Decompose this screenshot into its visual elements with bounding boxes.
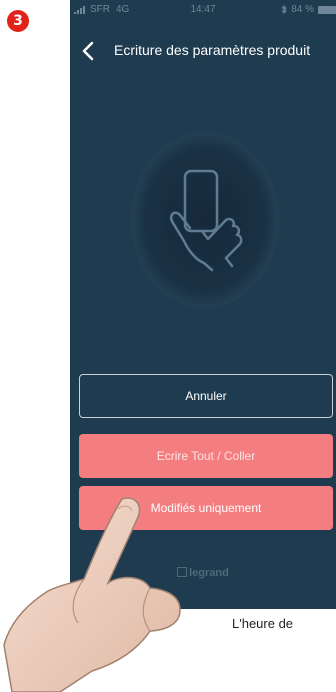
page-title: Ecriture des paramètres produit	[114, 42, 311, 58]
instruction-page: 3 SFR 4G 14:47 84 % Ecriture des paramèt…	[0, 0, 336, 692]
status-bar: SFR 4G 14:47 84 %	[70, 0, 336, 20]
pointing-hand-icon	[3, 497, 181, 692]
bluetooth-icon	[281, 5, 287, 14]
write-all-paste-button[interactable]: Ecrire Tout / Coller	[79, 434, 333, 478]
status-right: 84 %	[281, 4, 336, 15]
cancel-button[interactable]: Annuler	[79, 374, 333, 418]
battery-percent: 84 %	[291, 4, 314, 15]
chevron-left-icon[interactable]	[80, 40, 96, 62]
footnote-text: L'heure de	[232, 616, 294, 631]
navigation-bar: Ecriture des paramètres produit	[70, 36, 336, 66]
step-number-badge: 3	[7, 10, 29, 32]
battery-icon	[318, 5, 336, 14]
hand-holding-phone-icon	[131, 132, 279, 308]
